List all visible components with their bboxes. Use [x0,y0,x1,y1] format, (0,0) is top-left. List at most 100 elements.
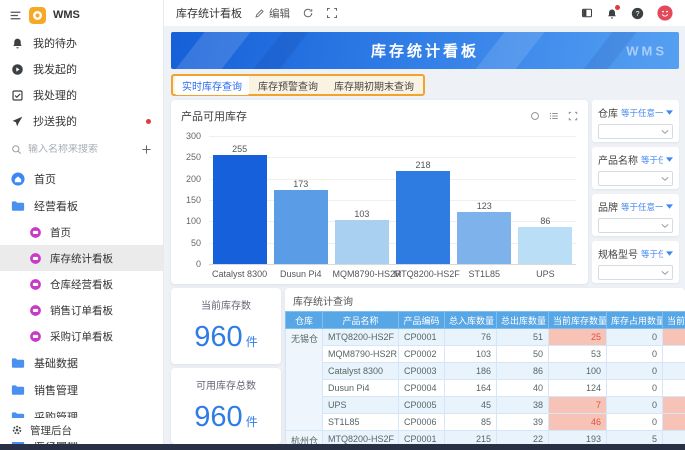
available-stock-chart-card: 产品可用库存 300250200150100500 25517310321812… [171,100,588,284]
pencil-icon [254,8,265,19]
chart-refresh-icon[interactable] [530,111,540,121]
filter-label: 仓库 [598,105,618,120]
x-axis-labels: Catalyst 8300Dusun Pi4MQM8790-HS2RMTQ820… [209,269,576,279]
fullscreen-icon[interactable] [326,7,338,19]
sidebar-item-inventory-board[interactable]: 库存统计看板 [0,245,163,271]
table-row: Dusun Pi4CP0004164401240 [286,380,685,397]
filter-operator-dropdown[interactable]: 等于任... [641,248,663,260]
stat-value: 960 [194,401,242,434]
banner-decoration [242,32,318,69]
chart-bar [457,212,511,264]
filter-value-select[interactable] [598,124,673,139]
sidebar-item-home-sub[interactable]: 首页 [0,219,163,245]
chart-bar-group: 103 [333,209,392,264]
table-cell: 7 [549,397,607,414]
table-cell: 39 [497,414,549,431]
avatar[interactable] [657,5,673,21]
filter-value-select[interactable] [598,171,673,186]
sidebar-item-label: 销售订单看板 [50,303,113,318]
folder-icon [11,383,25,397]
admin-console-button[interactable]: 管理后台 [0,418,163,442]
caret-down-icon[interactable] [666,204,673,209]
table-cell [663,380,685,397]
sidebar-item-home[interactable]: 首页 [0,165,163,192]
sidebar-item-cc[interactable]: 抄送我的 [0,108,163,134]
notifications-button[interactable] [606,7,618,19]
sidebar-item-sales-mgmt[interactable]: 销售管理 [0,376,163,403]
table-cell: 0 [607,346,663,363]
table-cell: 124 [549,380,607,397]
table-cell: 0 [607,329,663,346]
bar-chart: 300250200150100500 25517310321812386 Cat… [179,136,576,288]
chevron-down-icon [661,176,669,182]
table-column-header: 总出库数量 [497,312,549,329]
sidebar-item-label: 抄送我的 [33,113,77,129]
sidebar-item-sales-order-board[interactable]: 销售订单看板 [0,297,163,323]
filter-operator-dropdown[interactable]: 等于任意一... [621,107,663,119]
sidebar-item-label: 我处理的 [33,87,77,103]
help-icon[interactable]: ? [631,7,644,20]
bar-value-label: 173 [293,179,308,189]
tab-period[interactable]: 库存期初期末查询 [327,76,421,95]
banner-decoration [171,32,260,69]
x-tick-label: UPS [516,269,575,279]
sidebar-item-initiated[interactable]: 我发起的 [0,56,163,82]
inventory-table: 仓库产品名称产品编码总入库数量总出库数量当前库存数量库存占用数量当前可用数量 无… [285,311,685,444]
filter-card-product-name: 产品名称等于任... [592,147,679,189]
table-cell: 22 [497,431,549,445]
table-row: 无锡仓MTQ8200-HS2FCP00017651250 [286,329,685,346]
filter-operator-dropdown[interactable]: 等于任意一... [621,201,663,213]
home-icon [11,172,25,186]
edit-button[interactable]: 编辑 [254,6,290,21]
table-cell: 25 [549,329,607,346]
table-cell: CP0003 [399,363,445,380]
chart-bar-group: 173 [271,179,330,264]
sidebar-item-label: 销售管理 [34,382,78,398]
bell-icon [11,37,24,50]
chart-fullscreen-icon[interactable] [568,111,578,121]
y-tick-label: 50 [191,238,201,248]
sidebar-item-label: 采购订单看板 [50,329,113,344]
dashboard-node-icon [29,304,42,317]
sidebar-item-base-data[interactable]: 基础数据 [0,349,163,376]
dashboard-node-icon [29,278,42,291]
hamburger-menu-icon[interactable] [9,9,22,22]
table-cell: 76 [445,329,497,346]
caret-down-icon[interactable] [666,110,673,115]
sidebar-item-label: 仓库经营看板 [50,277,113,292]
chart-bar-group: 123 [455,201,514,264]
y-tick-label: 100 [186,216,201,226]
bar-value-label: 103 [354,209,369,219]
search-input[interactable] [28,144,135,155]
caret-down-icon[interactable] [666,251,673,256]
filter-value-select[interactable] [598,218,673,233]
filter-card-spec-model: 规格型号等于任... [592,241,679,283]
chart-title: 产品可用库存 [181,108,247,124]
sidebar-item-biz-board[interactable]: 经营看板 [0,192,163,219]
gridline [209,264,576,265]
refresh-icon[interactable] [302,7,314,19]
add-icon[interactable] [141,144,152,155]
filter-value-select[interactable] [598,265,673,280]
tab-warning[interactable]: 库存预警查询 [251,76,325,95]
table-cell [663,397,685,414]
caret-down-icon[interactable] [666,157,673,162]
filter-operator-dropdown[interactable]: 等于任... [641,154,663,166]
sidebar-item-warehouse-board[interactable]: 仓库经营看板 [0,271,163,297]
chart-detail-list-icon[interactable] [549,111,559,121]
sidebar-item-processed[interactable]: 我处理的 [0,82,163,108]
y-tick-label: 250 [186,152,201,162]
table-row: ST1L85CP00068539460 [286,414,685,431]
table-row: 杭州仓MTQ8200-HS2FCP0001215221935 [286,431,685,445]
tab-realtime[interactable]: 实时库存查询 [175,76,249,95]
stat-label: 可用库存总数 [171,368,281,392]
warehouse-cell: 无锡仓 [286,329,323,431]
dashboard-node-icon [29,226,42,239]
filter-label: 产品名称 [598,152,638,167]
app-logo [29,7,46,24]
table-row: Catalyst 8300CP0003186861000 [286,363,685,380]
table-cell [663,431,685,445]
layout-toggle-icon[interactable] [581,7,593,19]
sidebar-item-todo[interactable]: 我的待办 [0,30,163,56]
sidebar-item-purchase-order-board[interactable]: 采购订单看板 [0,323,163,349]
